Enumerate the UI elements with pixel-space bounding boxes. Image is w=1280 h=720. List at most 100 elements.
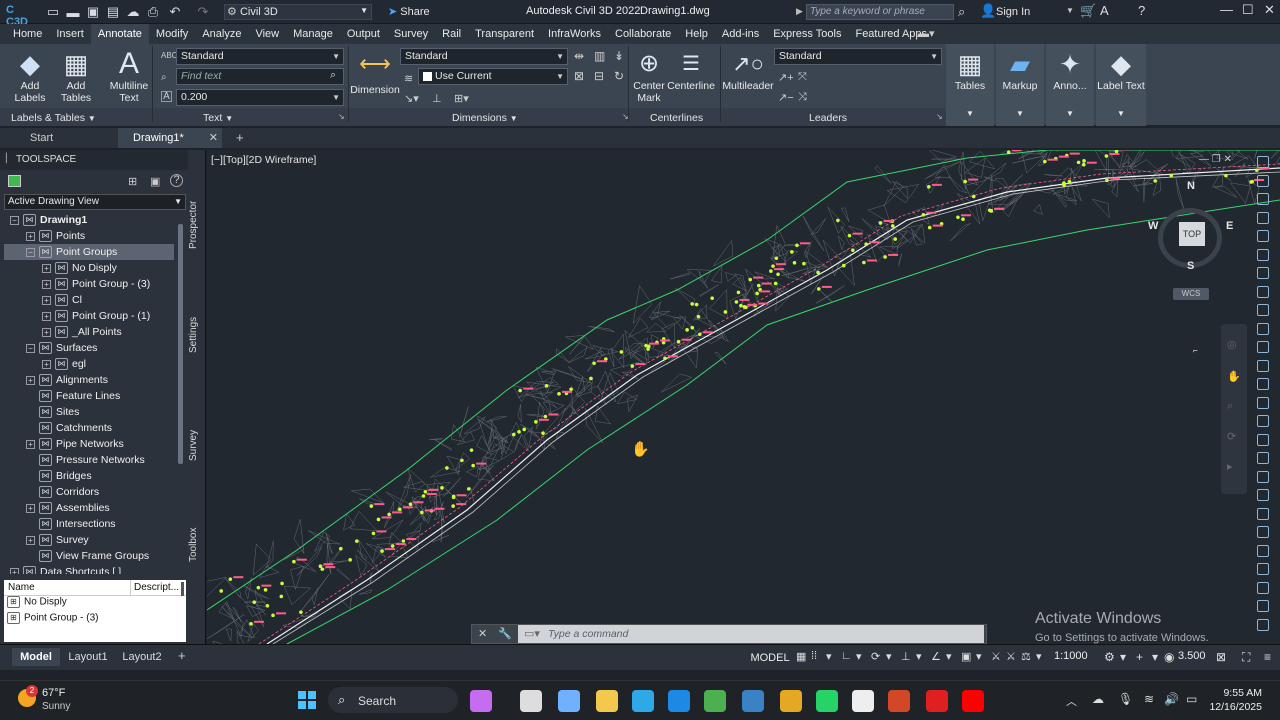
tab-insert[interactable]: Insert: [49, 24, 91, 44]
column-name[interactable]: Name: [8, 582, 35, 593]
dim-adjust-icon[interactable]: ⊥: [432, 92, 442, 105]
layout-icon[interactable]: ▣: [150, 175, 160, 188]
orbit-icon[interactable]: ⟳: [1227, 430, 1236, 443]
tree-item[interactable]: ⋈ View Frame Groups: [4, 548, 149, 564]
chevron-down-icon[interactable]: ▾: [946, 650, 952, 663]
tab-annotate[interactable]: Annotate: [90, 24, 149, 44]
expand-toggle-icon[interactable]: +: [42, 263, 51, 273]
cursor-app-icon[interactable]: [852, 690, 874, 712]
zoom-icon[interactable]: ⌕: [1227, 400, 1233, 413]
multiline-text-button[interactable]: A Multiline Text: [104, 48, 154, 105]
markup-button[interactable]: ▰ Markup ▼: [996, 44, 1044, 126]
powerpoint-icon[interactable]: [888, 690, 910, 712]
add-labels-button[interactable]: ◆ Add Labels: [10, 48, 50, 104]
wcs-menu[interactable]: WCS: [1173, 288, 1209, 300]
tree-item[interactable]: + ⋈ Data Shortcuts [ ]: [4, 564, 121, 574]
onedrive-icon[interactable]: ☁: [1092, 692, 1104, 706]
tab-start[interactable]: Start: [0, 128, 118, 148]
settings-gear-icon[interactable]: ⚙: [1104, 650, 1115, 664]
viewport-minimize-icon[interactable]: —: [1199, 154, 1209, 165]
tab-analyze[interactable]: Analyze: [195, 24, 248, 44]
chevron-down-icon[interactable]: ▾: [826, 650, 832, 663]
annotation-visibility-icon[interactable]: ⚔: [1006, 650, 1016, 663]
tab-transparent[interactable]: Transparent: [468, 24, 541, 44]
chevron-down-icon[interactable]: ▾: [886, 650, 892, 663]
help-icon[interactable]: ?: [1138, 3, 1145, 18]
polyline-icon[interactable]: [1257, 267, 1269, 279]
tab-collaborate[interactable]: Collaborate: [608, 24, 678, 44]
panel-centerlines[interactable]: Centerlines: [650, 111, 703, 125]
cloud-icon[interactable]: ☁: [124, 3, 142, 21]
save-icon[interactable]: ▣: [84, 3, 102, 21]
undo-icon[interactable]: ↶: [166, 3, 184, 21]
panel-leaders[interactable]: Leaders: [809, 111, 847, 125]
tab-layout2[interactable]: Layout2: [118, 648, 166, 666]
tab-survey[interactable]: Survey: [387, 24, 435, 44]
share-button[interactable]: ➤ Share: [388, 5, 430, 18]
new-tab-icon[interactable]: +: [236, 130, 244, 145]
tables-button[interactable]: ▦ Tables ▼: [946, 44, 994, 126]
offset-icon[interactable]: [1257, 452, 1269, 464]
multileader-button[interactable]: ↗○ Multileader: [720, 48, 776, 92]
file-explorer-icon[interactable]: [596, 690, 618, 712]
annotation-scale[interactable]: 1:1000: [1054, 650, 1088, 662]
viewport-restore-icon[interactable]: ❐: [1212, 154, 1221, 165]
fullscreen-icon[interactable]: ⛶: [1242, 650, 1250, 665]
spellcheck-icon[interactable]: ABC: [161, 51, 177, 60]
circle-icon[interactable]: [1257, 285, 1269, 298]
acrobat-icon[interactable]: [926, 690, 948, 712]
tree-item[interactable]: ⋈ Sites: [4, 404, 79, 420]
steering-wheel-icon[interactable]: ◎: [1227, 338, 1237, 351]
tree-item[interactable]: + ⋈ Assemblies: [4, 500, 110, 516]
sign-in-button[interactable]: Sign In: [996, 6, 1030, 18]
dimension-button[interactable]: ⟷ Dimension: [350, 48, 400, 96]
colorful-app-icon[interactable]: [470, 690, 492, 712]
dim-update-icon[interactable]: ↻: [614, 69, 624, 83]
hatch-icon[interactable]: [1257, 341, 1269, 353]
close-command-icon[interactable]: ✕: [478, 627, 487, 640]
taskbar-search[interactable]: ⌕ Search: [328, 687, 458, 713]
snap-icon[interactable]: [1257, 618, 1269, 631]
tab-infraworks[interactable]: InfraWorks: [541, 24, 608, 44]
tree-item[interactable]: + ⋈ Points: [4, 228, 85, 244]
column-description[interactable]: Descript...: [134, 582, 179, 593]
hardware-accel-icon[interactable]: ◉: [1164, 650, 1174, 664]
chevron-down-icon[interactable]: ▾: [916, 650, 922, 663]
fillet-icon[interactable]: [1257, 489, 1269, 501]
tab-output[interactable]: Output: [340, 24, 387, 44]
align-leader-icon[interactable]: ⤧: [798, 71, 807, 84]
rotate-icon[interactable]: [1257, 396, 1269, 409]
label-text-button[interactable]: ◆ Label Text ▼: [1096, 44, 1146, 126]
find-icon[interactable]: ⌕: [330, 69, 336, 82]
expand-toggle-icon[interactable]: +: [42, 279, 51, 289]
dim-break-icon[interactable]: ↘▾: [404, 92, 419, 105]
scale-icon[interactable]: [1257, 563, 1269, 575]
array-icon[interactable]: [1257, 507, 1269, 520]
palette-tab-prospector[interactable]: Prospector: [188, 190, 206, 260]
tree-item[interactable]: + ⋈ Point Group - (3): [4, 276, 150, 292]
tree-item[interactable]: − ⋈ Drawing1: [4, 212, 87, 228]
microphone-icon[interactable]: 🎙: [1118, 692, 1133, 706]
tree-item[interactable]: + ⋈ Pipe Networks: [4, 436, 124, 452]
model-space-toggle[interactable]: MODEL: [750, 649, 790, 667]
find-replace-icon[interactable]: ⌕: [161, 72, 167, 83]
taskview-icon[interactable]: [520, 690, 542, 712]
tree-item[interactable]: ⋈ Bridges: [4, 468, 92, 484]
tab-rail[interactable]: Rail: [435, 24, 468, 44]
tree-item[interactable]: ⋈ Feature Lines: [4, 388, 120, 404]
chrome-icon[interactable]: [704, 690, 726, 712]
expand-toggle-icon[interactable]: +: [26, 375, 35, 385]
line-icon[interactable]: [1257, 248, 1269, 261]
tree-item[interactable]: + ⋈ egl: [4, 356, 86, 372]
panel-text[interactable]: Text ▼: [203, 111, 233, 126]
list-item[interactable]: ⊞ Point Group - (3): [4, 612, 186, 628]
battery-icon[interactable]: ▭: [1186, 692, 1197, 706]
wrench-icon[interactable]: 🔧: [498, 627, 512, 640]
grip-icon[interactable]: ▏: [6, 153, 13, 164]
dim-style-select[interactable]: Standard ▼: [400, 48, 568, 65]
selection-cycling-icon[interactable]: ▣: [961, 650, 971, 663]
move-icon[interactable]: [1257, 359, 1269, 372]
lineweight-icon[interactable]: ∠: [931, 650, 941, 663]
close-icon[interactable]: ✕: [1264, 2, 1275, 18]
leader-style-select[interactable]: Standard ▼: [774, 48, 942, 65]
